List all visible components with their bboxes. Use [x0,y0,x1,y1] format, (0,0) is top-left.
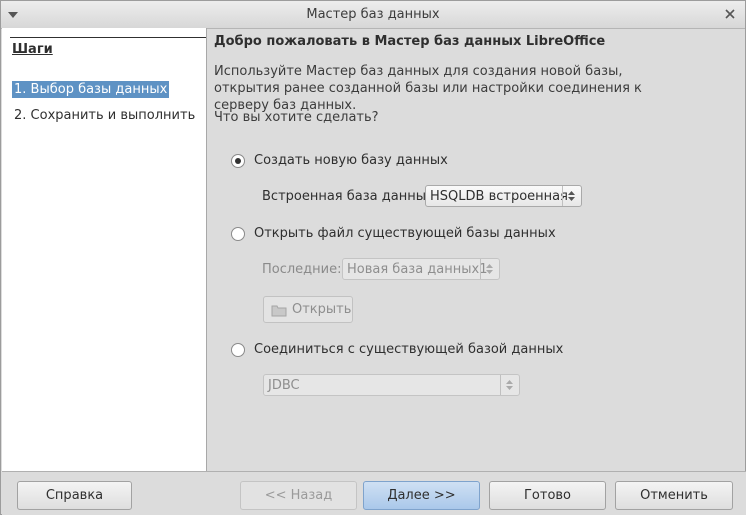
step-save-and-proceed[interactable]: 2. Сохранить и выполнить [12,107,197,124]
open-existing-database-radio[interactable] [231,227,245,241]
spin-arrows-icon[interactable] [500,375,519,395]
connection-type-value: JDBC [268,378,300,393]
recent-label: Последние: [262,262,342,277]
open-existing-database-label[interactable]: Открыть файл существующей базы данных [254,226,556,241]
steps-sidebar: Шаги 1. Выбор базы данных 2. Сохранить и… [2,28,207,471]
recent-files-value: Новая база данных1 [347,262,488,277]
back-button[interactable]: << Назад [240,481,357,510]
connect-existing-database-radio[interactable] [231,343,245,357]
step-select-database[interactable]: 1. Выбор базы данных [12,81,170,98]
embedded-database-label: Встроенная база данных [262,189,434,204]
close-icon[interactable] [723,7,737,21]
button-bar: Справка << Назад Далее >> Готово Отменит… [2,471,746,515]
window-title: Мастер баз данных [306,7,440,22]
next-button[interactable]: Далее >> [363,481,480,510]
help-button[interactable]: Справка [17,481,132,510]
embedded-database-select[interactable]: HSQLDB встроенная [425,185,582,207]
database-wizard-window: Мастер баз данных Шаги 1. Выбор базы дан… [0,0,746,515]
recent-files-select[interactable]: Новая база данных1 [342,258,500,280]
page-title: Добро пожаловать в Мастер баз данных Lib… [214,34,606,49]
cancel-button[interactable]: Отменить [615,481,733,510]
title-bar: Мастер баз данных [1,1,745,29]
finish-button[interactable]: Готово [489,481,606,510]
open-file-button[interactable]: Открыть [263,296,353,323]
steps-title: Шаги [12,42,53,57]
folder-open-icon [271,303,287,321]
wizard-content: Добро пожаловать в Мастер баз данных Lib… [208,28,745,471]
intro-text: Используйте Мастер баз данных для создан… [214,64,642,113]
connect-existing-database-label[interactable]: Соединиться с существующей базой данных [254,342,563,357]
open-file-button-label: Открыть [292,302,352,317]
embedded-database-value: HSQLDB встроенная [430,189,568,204]
create-new-database-label[interactable]: Создать новую базу данных [254,153,448,168]
connection-type-select[interactable]: JDBC [263,374,520,396]
question-text: Что вы хотите сделать? [214,110,379,125]
spin-arrows-icon[interactable] [480,259,499,279]
steps-divider [10,37,206,38]
spin-arrows-icon[interactable] [562,186,581,206]
create-new-database-radio[interactable] [231,154,245,168]
